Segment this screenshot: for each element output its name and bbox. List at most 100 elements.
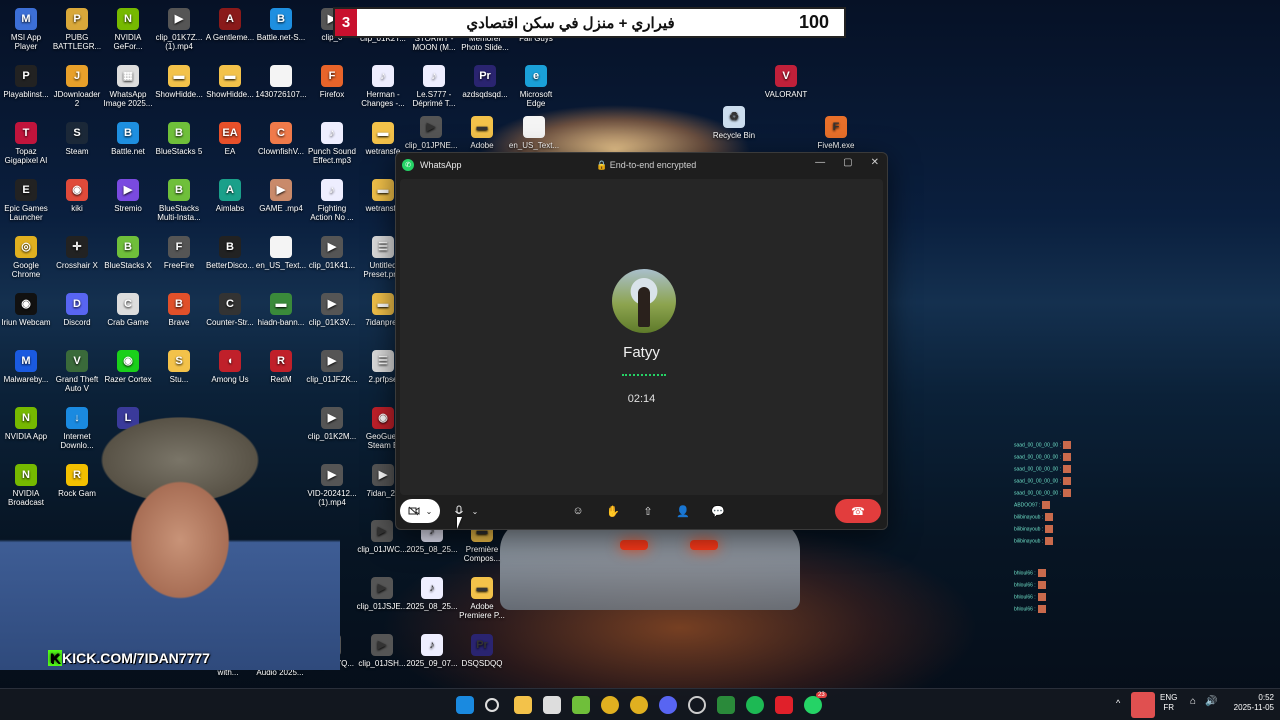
desktop-icon[interactable]: ♪ Le.S777 - Déprimé T... [408, 65, 460, 108]
chat-button[interactable]: 💬 [706, 499, 730, 523]
file-explorer-icon[interactable] [514, 696, 532, 714]
language-indicator[interactable]: ENG FR [1160, 693, 1177, 713]
minimize-button[interactable]: — [815, 157, 825, 168]
desktop-icon[interactable]: en_US_Text... [255, 236, 307, 270]
desktop-icon[interactable]: ▶ clip_01K3V... [306, 293, 358, 327]
desktop-icon[interactable]: ♪ Fighting Action No ... [306, 179, 358, 222]
desktop-icon[interactable]: ▶ clip_01JSJE... [356, 577, 408, 611]
desktop-icon[interactable]: RRedM [255, 350, 307, 384]
spotify-icon[interactable] [746, 696, 764, 714]
desktop-icon[interactable]: M MSI App Player [0, 8, 52, 51]
desktop-icon[interactable]: ◖Among Us [204, 350, 256, 384]
desktop-icon[interactable]: A A Gentleme... [204, 8, 256, 42]
desktop-icon[interactable]: N NVIDIA GeFor... [102, 8, 154, 51]
desktop-icon[interactable]: ◉ kiki [51, 179, 103, 213]
desktop-icon[interactable]: B Battle.net-S... [255, 8, 307, 42]
chevron-up-icon[interactable]: ^ [1116, 698, 1120, 708]
desktop-icon[interactable]: D Discord [51, 293, 103, 327]
close-button[interactable]: ✕ [871, 157, 879, 168]
network-icon[interactable]: ⌂ [1190, 697, 1196, 707]
window-titlebar[interactable]: ✆ WhatsApp 🔒 End-to-end encrypted — ▢ ✕ [396, 153, 887, 177]
desktop-icon[interactable]: B Battle.net [102, 122, 154, 156]
desktop-icon[interactable]: Pr azdsqdsqd... [459, 65, 511, 99]
desktop-icon[interactable]: ▬ Adobe Premiere P... [456, 577, 508, 620]
desktop-icon[interactable]: C ClownfishV... [255, 122, 307, 156]
desktop-icon[interactable]: ♪ Herman - Changes -... [357, 65, 409, 108]
desktop-icon[interactable]: F Firefox [306, 65, 358, 99]
emote-icon [1037, 569, 1046, 577]
share-screen-button[interactable]: ⇧ [636, 499, 660, 523]
microphone-button[interactable]: ⌄ [446, 499, 486, 523]
desktop-icon[interactable]: P Playablinst... [0, 65, 52, 99]
volume-icon[interactable]: 🔊 [1205, 697, 1217, 707]
desktop-icon[interactable]: C Crab Game [102, 293, 154, 327]
desktop-icon[interactable]: ♪ Punch Sound Effect.mp3 [306, 122, 358, 165]
youtube-icon[interactable] [775, 696, 793, 714]
desktop-icon[interactable]: ♻ Recycle Bin [708, 106, 760, 140]
desktop-icon[interactable]: 1430726107... [255, 65, 307, 99]
desktop-icon[interactable]: ▬ ShowHidde... [153, 65, 205, 99]
desktop-icon[interactable]: ▶ Stremio [102, 179, 154, 213]
desktop-icon[interactable]: ♪ 2025_09_07... [406, 634, 458, 668]
desktop-icon[interactable]: ◉Razer Cortex [102, 350, 154, 384]
desktop-icon[interactable]: B BlueStacks 5 [153, 122, 205, 156]
desktop-icon[interactable]: ✛ Crosshair X [51, 236, 103, 270]
desktop-icon[interactable]: ▬ Adobe [456, 116, 508, 150]
camera-toggle-button[interactable]: ⌄ [400, 499, 440, 523]
kick-icon[interactable] [717, 696, 735, 714]
obs-icon[interactable] [688, 696, 706, 714]
desktop-icon[interactable]: en_US_Text... [508, 116, 560, 150]
discord-icon[interactable] [659, 696, 677, 714]
maximize-button[interactable]: ▢ [843, 157, 852, 168]
desktop-icon[interactable]: B Brave [153, 293, 205, 327]
search-icon[interactable] [485, 698, 499, 712]
desktop-icon[interactable]: A Aimlabs [204, 179, 256, 213]
desktop-icon[interactable]: C Counter-Str... [204, 293, 256, 327]
desktop-icon[interactable]: ▶ clip_01K7Z... (1).mp4 [153, 8, 205, 51]
desktop-icon[interactable]: SStu... [153, 350, 205, 384]
desktop-icon[interactable]: ♪ 2025_08_25... [406, 577, 458, 611]
desktop-icon[interactable]: ◎ Google Chrome [0, 236, 52, 279]
chat-message: saad_00_00_00_00 : [1014, 465, 1071, 473]
desktop-icon[interactable]: e Microsoft Edge [510, 65, 562, 108]
desktop-icon[interactable]: ▶ clip_01JSH... [356, 634, 408, 668]
desktop-icon[interactable]: ▶ clip_01K41... [306, 236, 358, 270]
emoji-reaction-button[interactable]: ☺ [566, 499, 590, 523]
desktop-icon[interactable]: T Topaz Gigapixel AI [0, 122, 52, 165]
desktop-icon[interactable]: F FreeFire [153, 236, 205, 270]
desktop-icon[interactable]: ◉ Iriun Webcam [0, 293, 52, 327]
raise-hand-button[interactable]: ✋ [601, 499, 625, 523]
desktop-icon[interactable]: B BlueStacks Multi-Insta... [153, 179, 205, 222]
whatsapp-taskbar-icon[interactable] [804, 696, 822, 714]
desktop-icon[interactable]: ▶ clip_01JPNE... [405, 116, 457, 150]
bluestacks-icon[interactable] [572, 696, 590, 714]
desktop-icon[interactable]: ▬ ShowHidde... [204, 65, 256, 99]
store-icon[interactable] [543, 696, 561, 714]
camera-off-icon [408, 506, 420, 516]
chrome-icon[interactable] [630, 696, 648, 714]
chevron-down-icon[interactable]: ⌄ [426, 507, 433, 516]
desktop-icon[interactable]: ▬ wetransfe [357, 122, 409, 156]
desktop-icon[interactable]: MMalwareby... [0, 350, 52, 384]
clock[interactable]: 0:52 2025-11-05 [1224, 693, 1274, 713]
chrome-icon[interactable] [601, 696, 619, 714]
end-call-button[interactable]: ☎ [835, 499, 881, 523]
desktop-icon[interactable]: F FiveM.exe [810, 116, 862, 150]
desktop-icon[interactable]: V VALORANT [760, 65, 812, 99]
desktop-icon[interactable]: B BetterDisco... [204, 236, 256, 270]
desktop-icon[interactable]: ▶clip_01JFZK... [306, 350, 358, 384]
chevron-down-icon[interactable]: ⌄ [472, 507, 479, 516]
desktop-icon[interactable]: S Steam [51, 122, 103, 156]
desktop-icon[interactable]: Pr DSQSDQQ [456, 634, 508, 668]
start-button-icon[interactable] [456, 696, 474, 714]
desktop-icon[interactable]: EA EA [204, 122, 256, 156]
mic-tray-icon[interactable] [1131, 692, 1155, 718]
desktop-icon[interactable]: P PUBG BATTLEGR... [51, 8, 103, 51]
desktop-icon[interactable]: E Epic Games Launcher [0, 179, 52, 222]
desktop-icon[interactable]: ▦ WhatsApp Image 2025... [102, 65, 154, 108]
add-participant-button[interactable]: 👤 [671, 499, 695, 523]
desktop-icon[interactable]: ▬ hiadn-bann... [255, 293, 307, 327]
desktop-icon[interactable]: ▶ GAME .mp4 [255, 179, 307, 213]
desktop-icon[interactable]: J JDownloader 2 [51, 65, 103, 108]
desktop-icon[interactable]: B BlueStacks X [102, 236, 154, 270]
